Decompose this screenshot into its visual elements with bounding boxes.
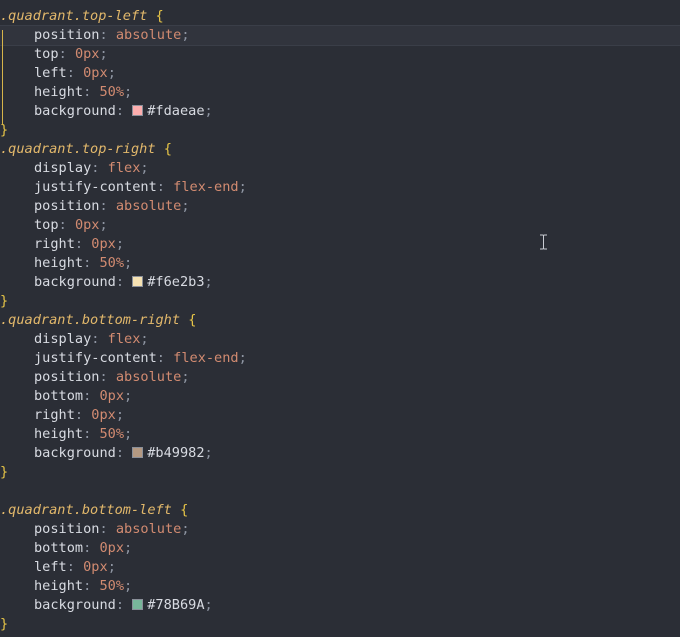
css-property: position — [34, 369, 100, 385]
open-brace: { — [163, 141, 172, 157]
css-property: position — [34, 198, 100, 214]
code-line[interactable]: display: flex; — [0, 330, 680, 349]
css-value: 0px — [74, 46, 100, 62]
css-value: 0px — [83, 559, 108, 575]
code-line[interactable]: position: absolute; — [0, 520, 680, 539]
code-line[interactable]: .quadrant.bottom-right { — [0, 311, 680, 330]
open-brace: { — [188, 312, 197, 328]
css-value: flex — [107, 331, 141, 347]
css-property: height — [34, 578, 84, 594]
code-editor[interactable]: .quadrant.top-left { position: absolute;… — [0, 7, 680, 634]
css-property: position — [34, 27, 100, 43]
css-value: 0px — [99, 540, 125, 556]
bracket-guide — [2, 30, 3, 125]
code-line-empty[interactable] — [0, 482, 680, 501]
color-swatch[interactable] — [132, 599, 144, 610]
css-value: 0px — [74, 217, 100, 233]
code-line[interactable]: height: 50%; — [0, 577, 680, 596]
close-brace: } — [0, 293, 9, 309]
css-property: top — [34, 217, 59, 233]
code-line-active[interactable]: position: absolute; — [0, 25, 680, 46]
css-value: absolute — [115, 369, 182, 385]
css-property: height — [34, 255, 84, 271]
css-property: display — [34, 331, 92, 347]
css-value: flex-end — [173, 350, 239, 366]
css-selector: .quadrant.top-left — [0, 8, 148, 24]
code-line[interactable]: top: 0px; — [0, 216, 680, 235]
css-color-value: #78B69A — [147, 597, 205, 613]
css-value: absolute — [115, 27, 182, 43]
css-value: 0px — [91, 407, 116, 423]
css-value: 50% — [99, 578, 125, 594]
css-property: position — [34, 521, 100, 537]
css-property: left — [34, 65, 67, 81]
css-property: top — [34, 46, 59, 62]
css-color-value: #f6e2b3 — [147, 274, 205, 290]
color-swatch[interactable] — [132, 276, 144, 287]
css-property: right — [34, 236, 75, 252]
css-property: background — [34, 597, 116, 613]
code-line[interactable]: height: 50%; — [0, 254, 680, 273]
code-line[interactable]: } — [0, 292, 680, 311]
close-brace: } — [0, 616, 9, 632]
close-brace: } — [0, 464, 9, 480]
code-line[interactable]: height: 50%; — [0, 425, 680, 444]
open-brace: { — [155, 8, 164, 24]
css-color-value: #fdaeae — [147, 103, 205, 119]
code-line[interactable]: bottom: 0px; — [0, 539, 680, 558]
code-line[interactable]: top: 0px; — [0, 45, 680, 64]
code-line[interactable]: } — [0, 463, 680, 482]
css-selector: .quadrant.top-right — [0, 141, 156, 157]
code-line[interactable]: background: #b49982; — [0, 444, 680, 463]
code-line[interactable]: right: 0px; — [0, 406, 680, 425]
css-property: height — [34, 84, 84, 100]
code-line[interactable]: height: 50%; — [0, 83, 680, 102]
code-line[interactable]: justify-content: flex-end; — [0, 178, 680, 197]
css-property: background — [34, 274, 116, 290]
color-swatch[interactable] — [132, 105, 144, 116]
css-property: height — [34, 426, 84, 442]
css-value: 50% — [99, 84, 125, 100]
code-line[interactable]: .quadrant.top-right { — [0, 140, 680, 159]
code-line[interactable]: bottom: 0px; — [0, 387, 680, 406]
css-value: flex — [107, 160, 141, 176]
code-line[interactable]: left: 0px; — [0, 558, 680, 577]
code-line[interactable]: background: #f6e2b3; — [0, 273, 680, 292]
css-property: background — [34, 445, 116, 461]
open-brace: { — [180, 502, 189, 518]
code-line[interactable]: background: #78B69A; — [0, 596, 680, 615]
color-swatch[interactable] — [132, 447, 144, 458]
code-line[interactable]: } — [0, 615, 680, 634]
code-line[interactable]: left: 0px; — [0, 64, 680, 83]
css-property: justify-content — [34, 350, 157, 366]
css-value: 50% — [99, 426, 125, 442]
css-value: 0px — [83, 65, 108, 81]
code-line[interactable]: position: absolute; — [0, 197, 680, 216]
code-line[interactable]: } — [0, 121, 680, 140]
code-line[interactable]: .quadrant.bottom-left { — [0, 501, 680, 520]
css-color-value: #b49982 — [147, 445, 205, 461]
css-property: left — [34, 559, 67, 575]
code-line[interactable]: display: flex; — [0, 159, 680, 178]
css-value: flex-end — [173, 179, 239, 195]
css-property: background — [34, 103, 116, 119]
css-property: bottom — [34, 388, 84, 404]
css-property: display — [34, 160, 92, 176]
code-line[interactable]: right: 0px; — [0, 235, 680, 254]
css-property: right — [34, 407, 75, 423]
css-selector: .quadrant.bottom-left — [0, 502, 172, 518]
code-line[interactable]: position: absolute; — [0, 368, 680, 387]
css-selector: .quadrant.bottom-right — [0, 312, 181, 328]
css-value: absolute — [115, 198, 182, 214]
css-value: 50% — [99, 255, 125, 271]
css-value: 0px — [91, 236, 116, 252]
css-value: absolute — [115, 521, 182, 537]
css-property: bottom — [34, 540, 84, 556]
code-line[interactable]: background: #fdaeae; — [0, 102, 680, 121]
css-property: justify-content — [34, 179, 157, 195]
code-line[interactable]: justify-content: flex-end; — [0, 349, 680, 368]
css-value: 0px — [99, 388, 125, 404]
text-cursor-icon — [540, 234, 547, 250]
code-line[interactable]: .quadrant.top-left { — [0, 7, 680, 26]
